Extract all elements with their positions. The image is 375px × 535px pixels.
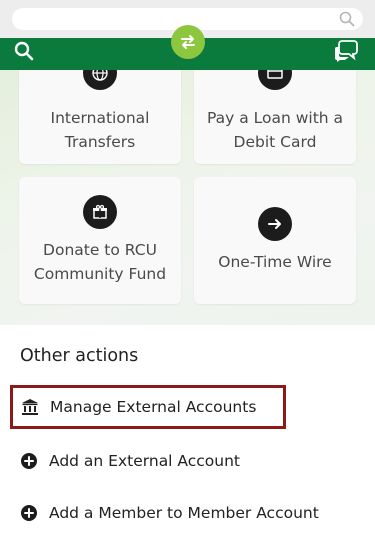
manage-external-accounts-link[interactable]: Manage External Accounts: [10, 385, 286, 429]
transfer-button[interactable]: [171, 25, 205, 59]
plus-circle-icon: [21, 505, 37, 521]
tile-label-line1: International: [50, 109, 150, 127]
section-title: Other actions: [20, 346, 139, 366]
card-icon: [258, 70, 292, 90]
tile-pay-loan-debit-card[interactable]: Pay a Loan with a Debit Card: [194, 70, 356, 164]
tile-label-line1: Donate to RCU: [43, 241, 157, 259]
search-icon[interactable]: [13, 40, 35, 62]
search-icon[interactable]: [339, 11, 355, 27]
bank-icon: [22, 399, 38, 415]
tile-international-transfers[interactable]: International Transfers: [19, 70, 181, 164]
plus-circle-icon: [21, 453, 37, 469]
add-member-to-member-account-link[interactable]: Add a Member to Member Account: [10, 491, 370, 535]
tile-label-line2: Debit Card: [233, 133, 317, 151]
add-external-account-link[interactable]: Add an External Account: [10, 439, 370, 483]
tile-one-time-wire[interactable]: One-Time Wire: [194, 177, 356, 304]
quick-actions-grid: International Transfers Pay a Loan with …: [0, 70, 375, 325]
arrow-right-icon: [258, 207, 292, 241]
action-label: Manage External Accounts: [50, 398, 257, 416]
gift-icon: [83, 195, 117, 229]
tile-donate-community-fund[interactable]: Donate to RCU Community Fund: [19, 177, 181, 304]
tile-label-line2: Community Fund: [33, 265, 167, 283]
transfer-icon: [181, 35, 195, 49]
action-label: Add an External Account: [49, 452, 241, 470]
chat-icon[interactable]: [333, 38, 359, 62]
tile-label-line2: Transfers: [64, 133, 136, 151]
action-label: Add a Member to Member Account: [49, 504, 319, 522]
tile-label-line1: One-Time Wire: [218, 253, 332, 271]
globe-icon: [83, 70, 117, 90]
tile-label-line1: Pay a Loan with a: [206, 109, 344, 127]
